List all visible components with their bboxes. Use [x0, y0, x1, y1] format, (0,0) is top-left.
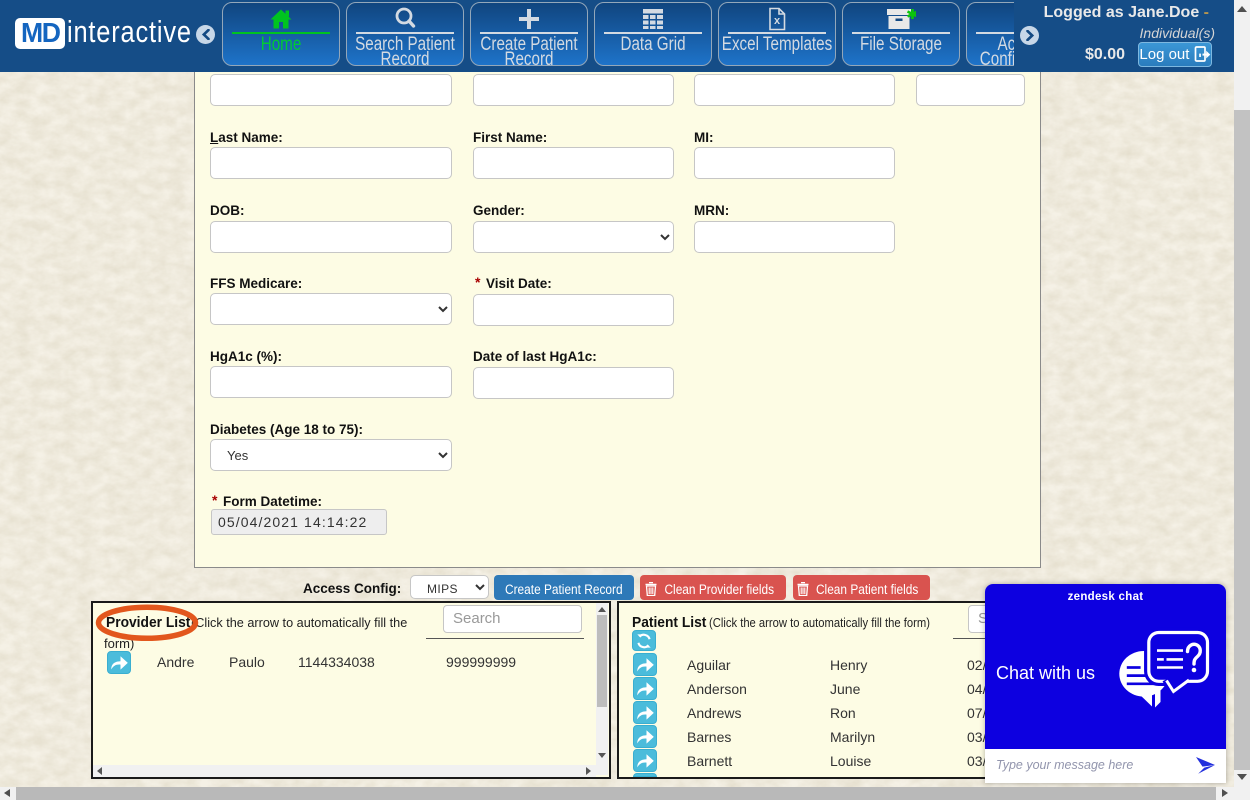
- svg-text:x: x: [774, 15, 781, 27]
